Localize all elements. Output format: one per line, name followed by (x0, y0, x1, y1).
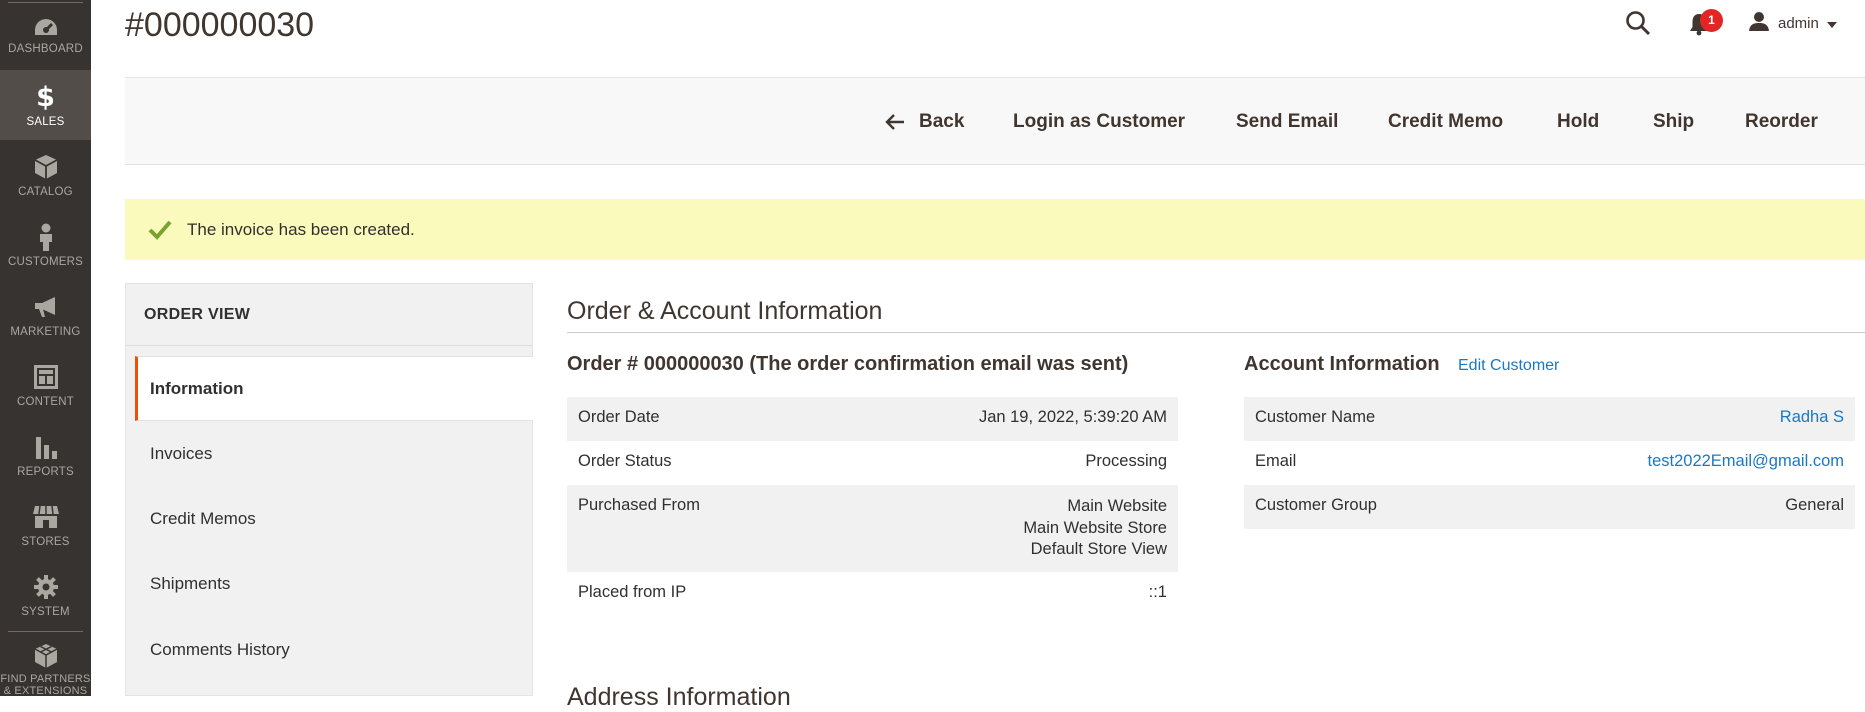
menu-item-stores[interactable]: STORES (0, 490, 91, 560)
menu-item-catalog[interactable]: CATALOG (0, 140, 91, 210)
section-title: Order & Account Information (567, 297, 883, 325)
success-message: The invoice has been created. (125, 199, 1865, 260)
purchased-from-label: Purchased From (578, 496, 700, 514)
tab-comments-history[interactable]: Comments History (135, 617, 533, 682)
admin-menu: DASHBOARD $ SALES CATALOG CUSTOMERS MARK… (0, 0, 91, 697)
table-row: Order Status Processing (567, 441, 1178, 485)
purchased-from-value: Main Website Main Website Store Default … (815, 485, 1178, 572)
send-email-button[interactable]: Send Email (1236, 78, 1338, 166)
account-info-table: Customer Name Radha S Email test2022Emai… (1244, 397, 1855, 529)
menu-item-reports[interactable]: REPORTS (0, 420, 91, 490)
back-button-label: Back (919, 111, 965, 132)
sidebar-divider (126, 345, 532, 346)
ship-button[interactable]: Ship (1653, 78, 1694, 166)
placed-from-ip-label: Placed from IP (578, 583, 687, 601)
arrow-left-icon (885, 114, 905, 130)
menu-item-label: SALES (26, 116, 65, 128)
hold-button[interactable]: Hold (1557, 78, 1599, 166)
table-row: Email test2022Email@gmail.com (1244, 441, 1855, 485)
credit-memo-button[interactable]: Credit Memo (1388, 78, 1503, 166)
menu-item-content[interactable]: CONTENT (0, 350, 91, 420)
storefront-icon (0, 503, 91, 531)
gear-icon (0, 573, 91, 601)
order-info-table: Order Date Jan 19, 2022, 5:39:20 AM Orde… (567, 397, 1178, 616)
menu-item-dashboard[interactable]: DASHBOARD (0, 0, 91, 65)
order-date-value: Jan 19, 2022, 5:39:20 AM (978, 408, 1167, 426)
menu-item-label: REPORTS (17, 466, 74, 478)
menu-item-label: CUSTOMERS (7, 256, 84, 268)
menu-item-find-partners[interactable]: FIND PARTNERS & EXTENSIONS (0, 636, 91, 697)
blocks-icon (0, 642, 91, 670)
menu-item-label: CONTENT (17, 396, 74, 408)
search-icon[interactable] (1625, 10, 1651, 36)
layout-icon (0, 363, 91, 391)
table-row: Customer Name Radha S (1244, 397, 1855, 441)
menu-item-marketing[interactable]: MARKETING (0, 280, 91, 350)
store-view-name: Default Store View (1030, 540, 1167, 558)
chevron-down-icon (1826, 15, 1837, 32)
checkmark-icon (147, 218, 173, 242)
user-icon (1748, 11, 1770, 35)
bar-chart-icon (0, 433, 91, 461)
table-row: Order Date Jan 19, 2022, 5:39:20 AM (567, 397, 1178, 441)
person-icon (0, 223, 91, 251)
menu-item-label: STORES (21, 536, 70, 548)
customer-name-link[interactable]: Radha S (1780, 408, 1844, 426)
customer-email-link[interactable]: test2022Email@gmail.com (1648, 452, 1845, 470)
order-date-label: Order Date (578, 408, 660, 426)
notifications-badge[interactable]: 1 (1700, 9, 1723, 32)
menu-item-label: CATALOG (18, 186, 73, 198)
tab-shipments[interactable]: Shipments (135, 551, 533, 616)
box-icon (0, 153, 91, 181)
account-block-title: Account Information (1244, 353, 1440, 375)
reorder-button[interactable]: Reorder (1745, 78, 1818, 166)
tab-invoices[interactable]: Invoices (135, 421, 533, 486)
customer-group-value: General (1785, 496, 1844, 514)
menu-item-label: MARKETING (10, 326, 81, 338)
dashboard-icon (0, 14, 91, 42)
user-menu[interactable]: admin (1748, 11, 1837, 35)
order-status-value: Processing (1085, 452, 1167, 470)
table-row: Placed from IP ::1 (567, 572, 1178, 616)
order-status-label: Order Status (578, 452, 672, 470)
menu-item-sales[interactable]: $ SALES (0, 70, 91, 140)
menu-item-system[interactable]: SYSTEM (0, 560, 91, 630)
dollar-icon: $ (36, 81, 55, 113)
placed-from-ip-value: ::1 (1148, 583, 1167, 601)
menu-divider (8, 631, 83, 632)
back-button[interactable]: Back (885, 78, 964, 166)
sidebar-title: ORDER VIEW (144, 306, 251, 323)
store-name: Main Website Store (1023, 518, 1167, 537)
edit-customer-link[interactable]: Edit Customer (1458, 357, 1559, 375)
tab-credit-memos[interactable]: Credit Memos (135, 486, 533, 551)
email-label: Email (1255, 452, 1297, 470)
user-name: admin (1778, 14, 1819, 32)
customer-group-label: Customer Group (1255, 496, 1377, 514)
order-view-sidebar: ORDER VIEW Information Invoices Credit M… (125, 283, 533, 696)
table-row: Purchased From Main Website Main Website… (567, 485, 1178, 572)
tab-information[interactable]: Information (135, 356, 533, 421)
address-section-title: Address Information (567, 683, 791, 711)
website-name: Main Website (1067, 497, 1167, 515)
section-divider (567, 332, 1865, 333)
customer-name-label: Customer Name (1255, 408, 1376, 426)
order-block-title: Order # 000000030 (The order confirmatio… (567, 353, 1129, 375)
menu-item-customers[interactable]: CUSTOMERS (0, 210, 91, 280)
page-actions-bar: Back Login as Customer Send Email Credit… (125, 77, 1865, 165)
menu-item-label: FIND PARTNERS & EXTENSIONS (0, 673, 91, 697)
login-as-customer-button[interactable]: Login as Customer (1013, 78, 1185, 166)
menu-divider (8, 2, 83, 3)
success-message-text: The invoice has been created. (187, 219, 415, 239)
menu-item-label: SYSTEM (21, 606, 70, 618)
menu-item-label: DASHBOARD (8, 43, 83, 55)
table-row: Customer Group General (1244, 485, 1855, 529)
page-title: #000000030 (125, 6, 315, 44)
megaphone-icon (0, 293, 91, 321)
